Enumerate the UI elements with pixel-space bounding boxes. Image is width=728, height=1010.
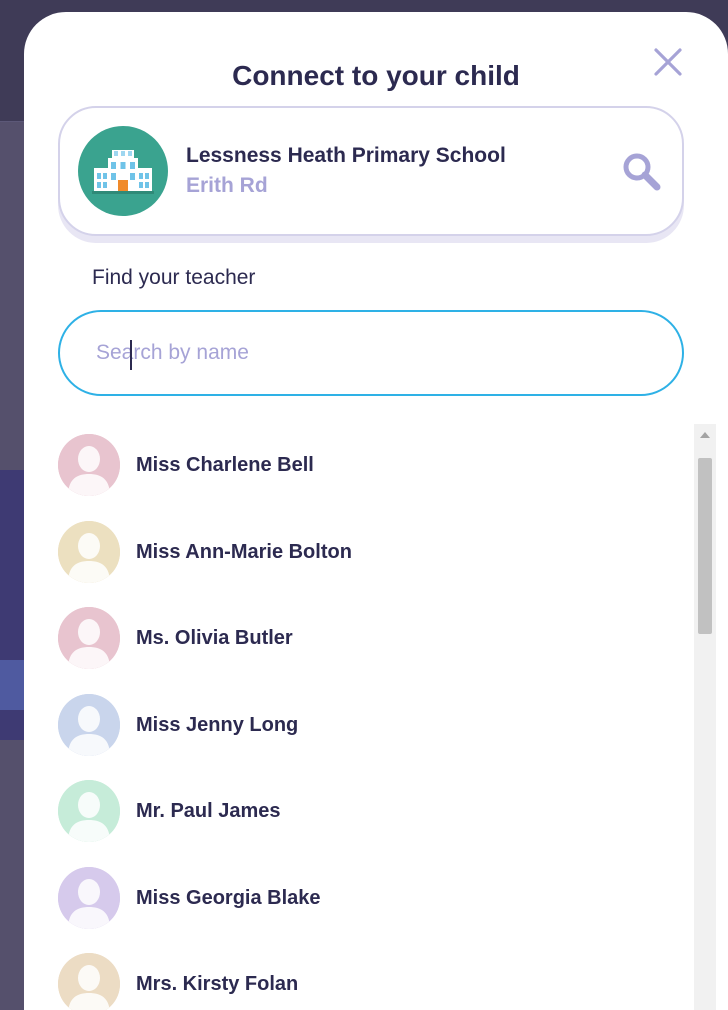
teacher-name: Mrs. Kirsty Folan: [136, 973, 299, 995]
teacher-name: Miss Jenny Long: [136, 713, 299, 736]
close-icon: [654, 48, 682, 76]
teacher-list-scrollbar[interactable]: [694, 424, 716, 1010]
scroll-thumb[interactable]: [698, 458, 712, 634]
teacher-list-item[interactable]: Miss Jenny Long: [24, 678, 684, 764]
teacher-list-item[interactable]: Mrs. Kirsty Folan: [24, 937, 684, 1010]
school-name: Lessness Heath Primary School: [186, 144, 506, 167]
teacher-list-item[interactable]: Miss Georgia Blake: [24, 851, 684, 937]
teacher-name: Miss Charlene Bell: [136, 454, 314, 476]
modal-title: Connect to your child: [232, 60, 520, 91]
teacher-list: Miss Charlene Bell Miss Ann-Marie Bolton M…: [24, 418, 728, 1010]
teacher-avatar-icon: [58, 434, 120, 496]
teacher-list-item[interactable]: Mr. Paul James: [24, 764, 684, 850]
teacher-avatar-icon: [58, 953, 120, 1010]
teacher-search-input[interactable]: [96, 341, 636, 365]
search-icon[interactable]: [620, 150, 664, 194]
teacher-list-item[interactable]: Miss Charlene Bell: [24, 418, 684, 504]
teacher-name: Mr. Paul James: [136, 800, 281, 822]
scroll-up-arrow-icon[interactable]: [700, 432, 710, 438]
teacher-list-item[interactable]: Ms. Olivia Butler: [24, 591, 684, 677]
teacher-avatar-icon: [58, 866, 120, 929]
find-teacher-label: Find your teacher: [92, 266, 256, 289]
teacher-avatar-icon: [58, 520, 120, 583]
teacher-avatar-icon: [58, 693, 120, 756]
teacher-avatar-icon: [58, 607, 120, 669]
close-button[interactable]: [652, 46, 684, 78]
school-avatar: [78, 126, 168, 216]
teacher-name: Miss Georgia Blake: [136, 886, 321, 909]
school-building-icon: [92, 150, 154, 194]
connect-child-modal: Connect to your child Lessness Heath Pri…: [24, 12, 728, 1010]
teacher-search-field[interactable]: [58, 310, 684, 396]
teacher-list-item[interactable]: Miss Ann-Marie Bolton: [24, 505, 684, 591]
teacher-name: Ms. Olivia Butler: [136, 627, 293, 649]
selected-school-card[interactable]: Lessness Heath Primary School Erith Rd: [58, 106, 684, 236]
teacher-name: Miss Ann-Marie Bolton: [136, 540, 352, 563]
text-caret: [130, 340, 132, 370]
school-address: Erith Rd: [186, 174, 268, 197]
teacher-avatar-icon: [58, 780, 120, 842]
